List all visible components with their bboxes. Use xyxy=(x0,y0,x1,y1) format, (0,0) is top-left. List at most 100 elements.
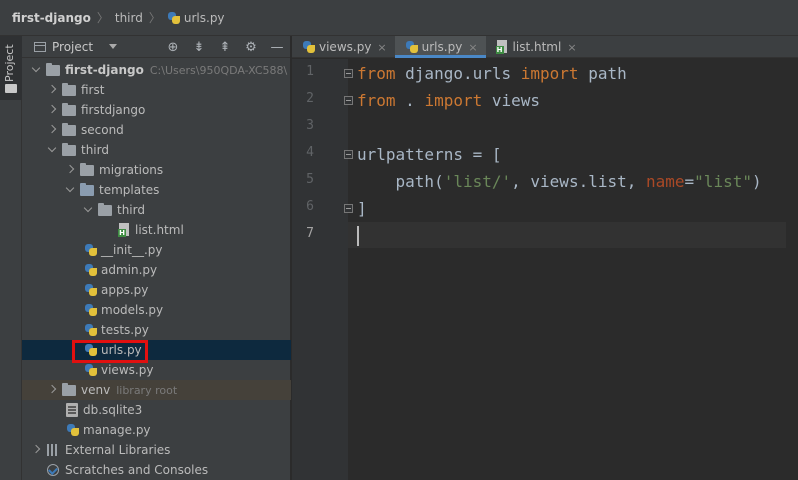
python-file-icon xyxy=(84,343,98,357)
tree-item-manage-py[interactable]: manage.py xyxy=(22,420,291,440)
tree-item-scratches[interactable]: Scratches and Consoles xyxy=(22,460,291,480)
tree-item-models-py[interactable]: models.py xyxy=(22,300,291,320)
fold-marker-icon[interactable] xyxy=(344,150,353,159)
tree-item-init-py[interactable]: __init__.py xyxy=(22,240,291,260)
project-tool-tab[interactable]: Project xyxy=(0,36,22,100)
tab-label: views.py xyxy=(319,40,372,54)
breadcrumb-project[interactable]: first-django xyxy=(12,11,91,25)
line-number: 4 xyxy=(306,145,314,160)
tree-item-label: Scratches and Consoles xyxy=(65,463,209,477)
code-token: path xyxy=(578,64,627,83)
tree-item-firstdjango[interactable]: firstdjango xyxy=(22,100,291,120)
folder-icon xyxy=(62,82,76,96)
code-token: = xyxy=(684,172,695,191)
python-file-icon xyxy=(84,323,98,337)
close-icon[interactable]: × xyxy=(377,41,386,54)
collapse-all-icon[interactable]: ⇞ xyxy=(212,40,238,55)
line-number: 3 xyxy=(306,118,314,133)
folder-icon xyxy=(62,382,76,396)
tree-item-external-libraries[interactable]: External Libraries xyxy=(22,440,291,460)
tab-list-html[interactable]: list.html × xyxy=(486,36,585,58)
tree-item-templates-third[interactable]: third xyxy=(22,200,291,220)
python-file-icon xyxy=(84,363,98,377)
code-token: from xyxy=(357,91,396,110)
tree-item-list-html[interactable]: list.html xyxy=(22,220,291,240)
tree-item-label: __init__.py xyxy=(101,243,163,257)
tree-item-db-sqlite3[interactable]: db.sqlite3 xyxy=(22,400,291,420)
tree-item-third[interactable]: third xyxy=(22,140,291,160)
panel-toolbar: ⊕ ⇟ ⇞ ⚙ — xyxy=(160,36,290,58)
code-token: from xyxy=(357,64,396,83)
project-panel-header: Project ⊕ ⇟ ⇞ ⚙ — xyxy=(22,36,290,58)
tree-item-root[interactable]: first-django C:\Users\950QDA-XC588\ xyxy=(22,60,291,80)
chevron-right-icon: 〉 xyxy=(148,11,161,25)
code-editor[interactable]: 1 2 3 4 5 6 7 from django.urls import pa… xyxy=(292,59,798,480)
chevron-right-icon[interactable] xyxy=(46,124,58,136)
code-token: import xyxy=(520,64,579,83)
current-line-highlight xyxy=(348,222,798,248)
library-icon xyxy=(46,444,60,456)
chevron-down-icon[interactable] xyxy=(46,144,58,156)
chevron-down-icon[interactable] xyxy=(30,64,42,76)
expand-all-icon[interactable]: ⇟ xyxy=(186,40,212,55)
chevron-right-icon[interactable] xyxy=(46,104,58,116)
tree-item-migrations[interactable]: migrations xyxy=(22,160,291,180)
tree-item-label: urls.py xyxy=(101,343,142,357)
tree-item-label: views.py xyxy=(101,363,154,377)
code-token: "list" xyxy=(694,172,752,191)
locate-file-icon[interactable]: ⊕ xyxy=(160,40,186,55)
tree-item-path: C:\Users\950QDA-XC588\ xyxy=(149,63,288,77)
fold-marker-icon[interactable] xyxy=(344,69,353,78)
tree-item-tests-py[interactable]: tests.py xyxy=(22,320,291,340)
python-file-icon xyxy=(405,40,419,54)
tree-item-urls-py[interactable]: urls.py xyxy=(22,340,291,360)
chevron-right-icon[interactable] xyxy=(30,444,42,456)
code-line-5: path('list/', views.list, name="list") xyxy=(357,169,762,195)
code-token: import xyxy=(424,91,483,110)
tree-item-label: apps.py xyxy=(101,283,149,297)
fold-marker-icon[interactable] xyxy=(344,96,353,105)
chevron-right-icon: 〉 xyxy=(96,11,109,25)
tab-urls-py[interactable]: urls.py × xyxy=(394,36,486,58)
chevron-down-icon[interactable] xyxy=(109,44,118,49)
tree-item-label: admin.py xyxy=(101,263,158,277)
code-token: 'list/' xyxy=(443,172,512,191)
code-token: urlpatterns = [ xyxy=(357,145,502,164)
hide-panel-icon[interactable]: — xyxy=(264,40,290,55)
chevron-right-icon[interactable] xyxy=(64,164,76,176)
tree-item-venv[interactable]: venv library root xyxy=(22,380,291,400)
tree-item-label: migrations xyxy=(99,163,164,177)
code-line-6: ] xyxy=(357,196,367,222)
tab-views-py[interactable]: views.py × xyxy=(292,36,395,58)
python-file-icon xyxy=(84,303,98,317)
html-file-icon xyxy=(495,40,509,54)
close-icon[interactable]: × xyxy=(468,41,477,54)
tree-item-views-py[interactable]: views.py xyxy=(22,360,291,380)
chevron-right-icon[interactable] xyxy=(46,384,58,396)
chevron-right-icon[interactable] xyxy=(46,84,58,96)
folder-icon xyxy=(62,142,76,156)
tree-item-apps-py[interactable]: apps.py xyxy=(22,280,291,300)
line-number: 2 xyxy=(306,91,314,106)
gear-icon[interactable]: ⚙ xyxy=(238,40,264,55)
tree-item-templates[interactable]: templates xyxy=(22,180,291,200)
editor-scrollbar[interactable] xyxy=(786,59,798,480)
line-number-gutter: 1 2 3 4 5 6 7 xyxy=(292,59,348,480)
tree-item-second[interactable]: second xyxy=(22,120,291,140)
project-tool-label: Project xyxy=(3,44,16,82)
breadcrumb-folder[interactable]: third xyxy=(115,11,143,25)
tree-item-first[interactable]: first xyxy=(22,80,291,100)
chevron-down-icon[interactable] xyxy=(82,204,94,216)
close-icon[interactable]: × xyxy=(567,41,576,54)
fold-marker-icon[interactable] xyxy=(344,204,353,213)
chevron-down-icon[interactable] xyxy=(64,184,76,196)
folder-icon xyxy=(98,202,112,216)
code-line-4: urlpatterns = [ xyxy=(357,142,502,168)
project-view-selector[interactable]: Project xyxy=(52,40,93,54)
folder-icon xyxy=(80,162,94,176)
tree-item-admin-py[interactable]: admin.py xyxy=(22,260,291,280)
scratches-icon xyxy=(46,463,60,477)
breadcrumb-file[interactable]: urls.py xyxy=(167,11,225,25)
tree-item-hint: library root xyxy=(116,383,178,397)
code-token: . xyxy=(395,91,425,110)
